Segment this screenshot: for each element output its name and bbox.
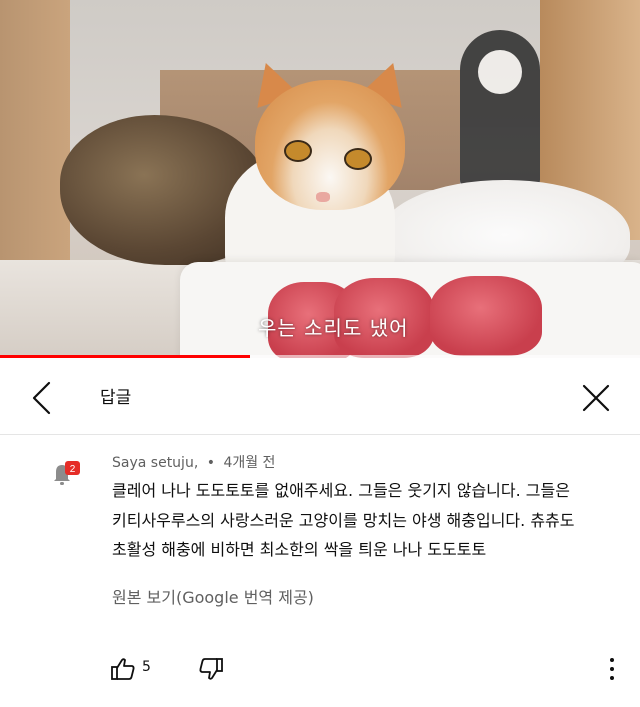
comment-time: 4개월 전 bbox=[223, 455, 276, 471]
avatar[interactable]: 2 bbox=[52, 460, 82, 486]
replies-header: 답글 bbox=[0, 358, 640, 435]
more-vertical-icon bbox=[610, 676, 614, 680]
comment-line: 초활성 해충에 비하면 최소한의 싹을 틔운 나나 도도토토 bbox=[112, 540, 487, 559]
more-vertical-icon bbox=[610, 667, 614, 671]
thumbs-down-icon bbox=[199, 658, 223, 680]
page-title: 답글 bbox=[100, 388, 132, 408]
video-scene-wall bbox=[0, 0, 70, 300]
more-vertical-icon bbox=[610, 658, 614, 662]
video-player[interactable]: 우는 소리도 냈어 bbox=[0, 0, 640, 358]
meta-separator: • bbox=[206, 455, 215, 471]
video-scene-cat-tower bbox=[460, 30, 540, 190]
notification-bell-icon: 2 bbox=[54, 461, 80, 485]
video-scene-cat-eye bbox=[284, 140, 312, 162]
chevron-left-icon bbox=[32, 381, 51, 415]
video-scene-cat-eye bbox=[344, 148, 372, 170]
like-count: 5 bbox=[142, 659, 151, 675]
video-subtitle: 우는 소리도 냈어 bbox=[258, 316, 409, 340]
comment-line: 클레어 나나 도도토토를 없애주세요. 그들은 웃기지 않습니다. 그들은 bbox=[112, 481, 570, 500]
video-scene-cat-nose bbox=[316, 192, 330, 202]
view-original-link[interactable]: 원본 보기(Google 번역 제공) bbox=[112, 584, 314, 608]
comment-text: 클레어 나나 도도토토를 없애주세요. 그들은 웃기지 않습니다. 그들은 키티… bbox=[112, 476, 627, 565]
dislike-button[interactable] bbox=[198, 656, 224, 682]
video-scene-meat bbox=[430, 276, 542, 356]
close-button[interactable] bbox=[576, 378, 616, 418]
like-button[interactable] bbox=[110, 656, 136, 682]
back-button[interactable] bbox=[22, 378, 62, 418]
comment-meta: Saya setuju, • 4개월 전 bbox=[112, 452, 275, 472]
comment-author[interactable]: Saya setuju, bbox=[112, 455, 198, 471]
video-scene-orange-cat-head bbox=[255, 80, 405, 210]
more-options-button[interactable] bbox=[600, 654, 624, 684]
close-icon bbox=[582, 384, 610, 412]
comment-line: 키티사우루스의 사랑스러운 고양이를 망치는 야생 해충입니다. 츄츄도 bbox=[112, 510, 575, 530]
thumbs-up-icon bbox=[111, 658, 135, 680]
avatar-badge: 2 bbox=[70, 464, 76, 475]
